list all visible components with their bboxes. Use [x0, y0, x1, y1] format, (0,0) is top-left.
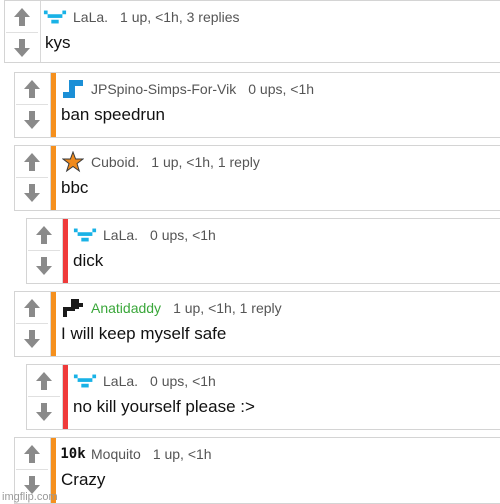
black-duck-icon[interactable]	[61, 297, 85, 319]
comment-stats: 0 ups, <1h	[150, 373, 216, 389]
comment-text: Crazy	[61, 470, 106, 489]
comment-text: ban speedrun	[61, 105, 165, 124]
upvote-button[interactable]	[16, 147, 48, 178]
orange-star-icon[interactable]	[61, 151, 85, 173]
up-arrow-icon	[36, 226, 52, 244]
vote-controls	[5, 1, 41, 62]
comment: 10k Moquito 1 up, <1h Crazy	[14, 437, 500, 504]
vote-controls	[15, 146, 51, 210]
reply-depth-bar	[63, 219, 68, 283]
up-arrow-icon	[24, 153, 40, 171]
comment: Cuboid. 1 up, <1h, 1 reply bbc	[14, 145, 500, 211]
comment-meta: LaLa. 0 ups, <1h	[73, 223, 216, 247]
comment-meta: Anatidaddy 1 up, <1h, 1 reply	[61, 296, 282, 320]
username-link[interactable]: Anatidaddy	[91, 300, 161, 316]
down-arrow-icon	[24, 184, 40, 202]
upvote-button[interactable]	[28, 220, 60, 251]
comment-text: dick	[73, 251, 104, 270]
downvote-button[interactable]	[16, 324, 48, 354]
downvote-button[interactable]	[28, 251, 60, 281]
down-arrow-icon	[14, 39, 30, 57]
upvote-button[interactable]	[16, 293, 48, 324]
up-arrow-icon	[14, 8, 30, 26]
up-arrow-icon	[24, 299, 40, 317]
down-arrow-icon	[36, 257, 52, 275]
comment-stats: 1 up, <1h, 1 reply	[151, 154, 260, 170]
comment-text: I will keep myself safe	[61, 324, 227, 343]
comment-meta: 10k Moquito 1 up, <1h	[60, 442, 212, 466]
comment-text: no kill yourself please :>	[73, 397, 255, 416]
username-link[interactable]: JPSpino-Simps-For-Vik	[91, 81, 236, 97]
comment-text: bbc	[61, 178, 89, 197]
up-arrow-icon	[36, 372, 52, 390]
username-link[interactable]: LaLa.	[103, 227, 138, 243]
down-arrow-icon	[24, 330, 40, 348]
comment: Anatidaddy 1 up, <1h, 1 reply I will kee…	[14, 291, 500, 357]
comment-meta: Cuboid. 1 up, <1h, 1 reply	[61, 150, 260, 174]
lala-logo-icon[interactable]	[73, 370, 97, 392]
comment-stats: 0 ups, <1h	[150, 227, 216, 243]
vote-controls	[15, 292, 51, 356]
reply-depth-bar	[51, 146, 56, 210]
comment-text: kys	[45, 33, 71, 52]
comment: LaLa. 0 ups, <1h dick	[26, 218, 500, 284]
reply-depth-bar	[63, 365, 68, 429]
comment-stats: 0 ups, <1h	[248, 81, 315, 97]
reply-depth-bar	[51, 73, 56, 137]
comment: JPSpino-Simps-For-Vik 0 ups, <1h ban spe…	[14, 72, 500, 138]
username-link[interactable]: Cuboid.	[91, 154, 139, 170]
downvote-button[interactable]	[16, 178, 48, 208]
comment-stats: 1 up, <1h	[152, 446, 212, 462]
upvote-button[interactable]	[28, 366, 60, 397]
downvote-button[interactable]	[16, 105, 48, 135]
upvote-button[interactable]	[6, 2, 38, 33]
reply-depth-bar	[51, 292, 56, 356]
comment-stats: 1 up, <1h, 3 replies	[120, 9, 240, 25]
vote-controls	[27, 365, 63, 429]
down-arrow-icon	[24, 111, 40, 129]
10k-badge-icon[interactable]: 10k	[60, 443, 85, 465]
up-arrow-icon	[24, 445, 40, 463]
comment-meta: JPSpino-Simps-For-Vik 0 ups, <1h	[61, 77, 314, 101]
lala-logo-icon[interactable]	[43, 6, 67, 28]
username-link[interactable]: LaLa.	[73, 9, 108, 25]
comment: LaLa. 0 ups, <1h no kill yourself please…	[26, 364, 500, 430]
lala-logo-icon[interactable]	[73, 224, 97, 246]
up-arrow-icon	[24, 80, 40, 98]
comment-stats: 1 up, <1h, 1 reply	[173, 300, 282, 316]
down-arrow-icon	[36, 403, 52, 421]
username-link[interactable]: LaLa.	[103, 373, 138, 389]
vote-controls	[15, 73, 51, 137]
comment-meta: LaLa. 0 ups, <1h	[73, 369, 216, 393]
upvote-button[interactable]	[16, 74, 48, 105]
vote-controls	[27, 219, 63, 283]
upvote-button[interactable]	[16, 439, 48, 470]
downvote-button[interactable]	[28, 397, 60, 427]
comment: LaLa. 1 up, <1h, 3 replies kys	[4, 0, 500, 63]
blue-tetromino-icon[interactable]	[61, 78, 85, 100]
username-link[interactable]: Moquito	[91, 446, 141, 462]
imgflip-watermark: imgflip.com	[2, 491, 58, 503]
downvote-button[interactable]	[6, 33, 38, 63]
comment-meta: LaLa. 1 up, <1h, 3 replies	[43, 5, 240, 29]
